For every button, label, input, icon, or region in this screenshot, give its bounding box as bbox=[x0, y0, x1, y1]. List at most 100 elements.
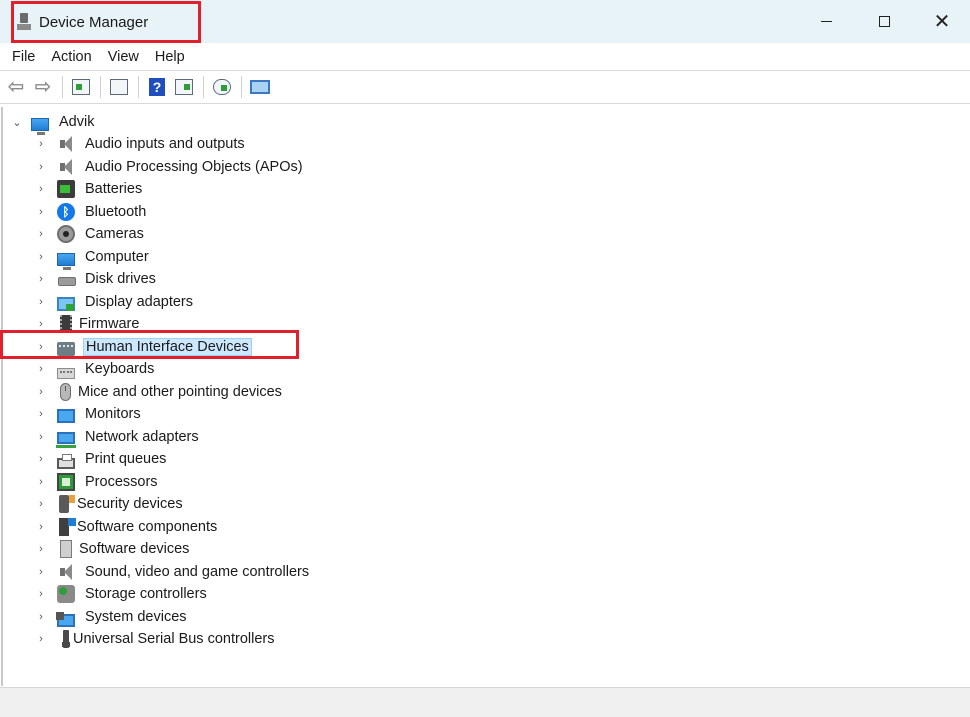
window-title-area: Device Manager bbox=[11, 1, 201, 43]
speaker-icon bbox=[57, 135, 75, 153]
tree-item-system-devices[interactable]: › System devices bbox=[35, 606, 189, 628]
expand-chevron-icon[interactable]: › bbox=[35, 251, 47, 263]
software-device-icon bbox=[60, 540, 72, 558]
mouse-icon bbox=[60, 383, 71, 401]
minimize-button[interactable] bbox=[797, 0, 855, 43]
tree-item-display-adapters[interactable]: › Display adapters bbox=[35, 291, 195, 313]
menu-action[interactable]: Action bbox=[43, 46, 99, 68]
tree-item-disk-drives[interactable]: › Disk drives bbox=[35, 268, 158, 290]
expand-chevron-icon[interactable]: › bbox=[35, 521, 47, 533]
expand-chevron-icon[interactable]: › bbox=[35, 633, 47, 645]
usb-icon bbox=[62, 630, 70, 648]
tree-item-batteries[interactable]: › Batteries bbox=[35, 178, 144, 200]
close-icon: ✕ bbox=[933, 10, 951, 33]
title-bar: Device Manager ✕ bbox=[0, 0, 970, 43]
tree-item-audio-inputs[interactable]: › Audio inputs and outputs bbox=[35, 133, 247, 155]
expand-chevron-icon[interactable]: › bbox=[35, 566, 47, 578]
tree-item-security-devices[interactable]: › Security devices bbox=[35, 493, 185, 515]
properties-button[interactable] bbox=[107, 75, 131, 99]
action-pane-icon bbox=[175, 79, 193, 95]
storage-controller-icon bbox=[57, 585, 75, 603]
action-pane-button[interactable] bbox=[172, 75, 196, 99]
expand-chevron-icon[interactable]: › bbox=[35, 408, 47, 420]
tree-item-print-queues[interactable]: › Print queues bbox=[35, 448, 168, 470]
maximize-icon bbox=[878, 16, 890, 27]
tree-item-network-adapters[interactable]: › Network adapters bbox=[35, 426, 201, 448]
expand-chevron-icon[interactable]: › bbox=[35, 138, 47, 150]
security-device-icon bbox=[59, 495, 75, 513]
tree-item-software-devices[interactable]: › Software devices bbox=[35, 538, 191, 560]
tree-item-mice[interactable]: › Mice and other pointing devices bbox=[35, 381, 284, 403]
camera-icon bbox=[57, 225, 75, 243]
bluetooth-icon: ᛒ bbox=[57, 203, 75, 221]
expand-chevron-icon[interactable]: › bbox=[35, 228, 47, 240]
tree-root-label: Advik bbox=[59, 114, 95, 130]
menu-file[interactable]: File bbox=[4, 46, 43, 68]
computer-icon bbox=[57, 252, 75, 270]
expand-chevron-icon[interactable]: › bbox=[35, 363, 47, 375]
tree-root-node[interactable]: ⌄ Advik bbox=[11, 111, 96, 135]
tree-item-firmware[interactable]: › Firmware bbox=[35, 313, 141, 335]
processor-icon bbox=[57, 473, 75, 491]
speaker-icon bbox=[57, 158, 75, 176]
back-button[interactable]: ⇦ bbox=[4, 75, 28, 99]
collapse-chevron-icon[interactable]: ⌄ bbox=[11, 116, 23, 129]
tree-item-usb-controllers[interactable]: › Universal Serial Bus controllers bbox=[35, 628, 276, 650]
update-driver-button[interactable] bbox=[210, 75, 234, 99]
help-button[interactable]: ? bbox=[145, 75, 169, 99]
computer-icon bbox=[31, 117, 49, 135]
scan-hardware-icon bbox=[250, 80, 270, 94]
expand-chevron-icon[interactable]: › bbox=[35, 543, 47, 555]
tree-item-sound-video-game[interactable]: › Sound, video and game controllers bbox=[35, 561, 311, 583]
tree-item-bluetooth[interactable]: › ᛒ Bluetooth bbox=[35, 201, 148, 223]
tree-item-computer[interactable]: › Computer bbox=[35, 246, 151, 270]
expand-chevron-icon[interactable]: › bbox=[35, 161, 47, 173]
tree-item-apo[interactable]: › Audio Processing Objects (APOs) bbox=[35, 156, 305, 178]
expand-chevron-icon[interactable]: › bbox=[35, 183, 47, 195]
tree-item-human-interface-devices[interactable]: › Human Interface Devices bbox=[35, 336, 252, 358]
close-button[interactable]: ✕ bbox=[913, 0, 970, 43]
expand-chevron-icon[interactable]: › bbox=[35, 318, 47, 330]
tree-item-software-components[interactable]: › Software components bbox=[35, 516, 219, 538]
tree-item-cameras[interactable]: › Cameras bbox=[35, 223, 146, 245]
expand-chevron-icon[interactable]: › bbox=[35, 476, 47, 488]
toolbar-separator bbox=[203, 76, 204, 98]
forward-arrow-icon: ⇨ bbox=[34, 76, 52, 98]
expand-chevron-icon[interactable]: › bbox=[35, 273, 47, 285]
status-bar bbox=[0, 687, 970, 717]
forward-button[interactable]: ⇨ bbox=[31, 75, 55, 99]
minimize-icon bbox=[820, 21, 832, 22]
toolbar: ⇦ ⇨ ? bbox=[0, 70, 970, 104]
show-hide-console-tree-icon bbox=[72, 79, 90, 95]
display-adapter-icon bbox=[57, 297, 75, 311]
expand-chevron-icon[interactable]: › bbox=[35, 498, 47, 510]
menu-bar: File Action View Help bbox=[0, 43, 970, 70]
keyboard-icon bbox=[57, 367, 75, 379]
expand-chevron-icon[interactable]: › bbox=[35, 386, 47, 398]
tree-item-monitors[interactable]: › Monitors bbox=[35, 403, 143, 425]
expand-chevron-icon[interactable]: › bbox=[35, 611, 47, 623]
device-tree: ⌄ Advik › Audio inputs and outputs › Audio… bbox=[1, 107, 970, 686]
back-arrow-icon: ⇦ bbox=[7, 76, 25, 98]
help-icon: ? bbox=[149, 78, 165, 96]
expand-chevron-icon[interactable]: › bbox=[35, 588, 47, 600]
tree-item-storage-controllers[interactable]: › Storage controllers bbox=[35, 583, 209, 605]
expand-chevron-icon[interactable]: › bbox=[35, 431, 47, 443]
expand-chevron-icon[interactable]: › bbox=[35, 341, 47, 353]
menu-help[interactable]: Help bbox=[147, 46, 193, 68]
tree-item-processors[interactable]: › Processors bbox=[35, 471, 160, 493]
toolbar-separator bbox=[100, 76, 101, 98]
show-hide-console-tree-button[interactable] bbox=[69, 75, 93, 99]
scan-hardware-button[interactable] bbox=[248, 75, 272, 99]
expand-chevron-icon[interactable]: › bbox=[35, 296, 47, 308]
properties-icon bbox=[110, 79, 128, 95]
menu-view[interactable]: View bbox=[100, 46, 147, 68]
tree-item-keyboards[interactable]: › Keyboards bbox=[35, 358, 156, 380]
speaker-icon bbox=[57, 563, 75, 581]
hid-icon bbox=[57, 342, 75, 356]
expand-chevron-icon[interactable]: › bbox=[35, 206, 47, 218]
firmware-chip-icon bbox=[60, 315, 72, 333]
maximize-button[interactable] bbox=[855, 0, 913, 43]
expand-chevron-icon[interactable]: › bbox=[35, 453, 47, 465]
toolbar-separator bbox=[62, 76, 63, 98]
